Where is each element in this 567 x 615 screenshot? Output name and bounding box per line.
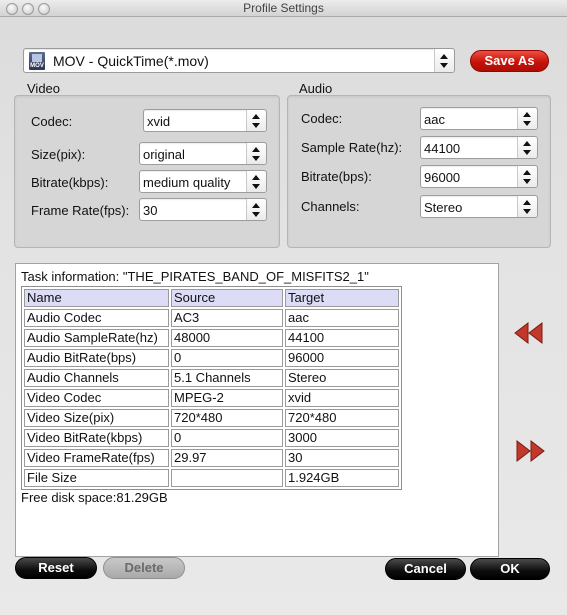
audio-bitrate-select[interactable]: 96000 — [420, 165, 538, 188]
row-target: 1.924GB — [285, 469, 399, 487]
video-codec-label: Codec: — [31, 114, 73, 129]
column-header: Name — [24, 289, 169, 307]
row-name: Video FrameRate(fps) — [24, 449, 169, 467]
row-name: Video Codec — [24, 389, 169, 407]
video-group-title: Video — [27, 81, 61, 96]
row-source: 0 — [171, 429, 283, 447]
row-name: Audio Channels — [24, 369, 169, 387]
row-target: aac — [285, 309, 399, 327]
row-source: 48000 — [171, 329, 283, 347]
audio-codec-stepper-icon[interactable] — [517, 108, 537, 129]
audio-samplerate-label: Sample Rate(hz): — [301, 140, 403, 155]
save-as-button[interactable]: Save As — [470, 50, 549, 72]
video-framerate-select[interactable]: 30 — [139, 198, 267, 221]
audio-codec-select[interactable]: aac — [420, 107, 538, 130]
title-bar: Profile Settings — [0, 0, 567, 17]
double-chevron-right-icon[interactable] — [515, 439, 545, 463]
row-name: File Size — [24, 469, 169, 487]
free-disk-space: Free disk space:81.29GB — [21, 490, 168, 505]
table-row: Video FrameRate(fps) 29.97 30 — [24, 449, 399, 467]
video-bitrate-stepper-icon[interactable] — [246, 171, 266, 192]
video-codec-stepper-icon[interactable] — [246, 110, 266, 131]
profile-value: MOV - QuickTime(*.mov) — [53, 53, 209, 69]
video-framerate-stepper-icon[interactable] — [246, 199, 266, 220]
table-row: Audio Channels 5.1 Channels Stereo — [24, 369, 399, 387]
audio-channels-label: Channels: — [301, 199, 360, 214]
audio-bitrate-stepper-icon[interactable] — [517, 166, 537, 187]
row-name: Audio SampleRate(hz) — [24, 329, 169, 347]
column-header: Target — [285, 289, 399, 307]
table-row: Audio SampleRate(hz) 48000 44100 — [24, 329, 399, 347]
row-name: Audio BitRate(bps) — [24, 349, 169, 367]
dialog-body: MOV MOV - QuickTime(*.mov) Save As Video… — [0, 17, 567, 615]
row-source: 5.1 Channels — [171, 369, 283, 387]
table-row: Audio Codec AC3 aac — [24, 309, 399, 327]
audio-codec-label: Codec: — [301, 111, 343, 126]
cancel-button[interactable]: Cancel — [385, 558, 466, 580]
row-source: AC3 — [171, 309, 283, 327]
audio-samplerate-stepper-icon[interactable] — [517, 137, 537, 158]
video-codec-select[interactable]: xvid — [143, 109, 267, 132]
window-title: Profile Settings — [243, 1, 324, 15]
table-row: Video Size(pix) 720*480 720*480 — [24, 409, 399, 427]
row-source: 0 — [171, 349, 283, 367]
row-source — [171, 469, 283, 487]
ok-button[interactable]: OK — [470, 558, 550, 580]
double-chevron-left-icon[interactable] — [514, 321, 544, 345]
video-framerate-label: Frame Rate(fps): — [31, 203, 130, 218]
video-size-label: Size(pix): — [31, 147, 86, 162]
row-source: 29.97 — [171, 449, 283, 467]
profile-select[interactable]: MOV MOV - QuickTime(*.mov) — [23, 48, 455, 73]
column-header: Source — [171, 289, 283, 307]
row-source: MPEG-2 — [171, 389, 283, 407]
row-target: Stereo — [285, 369, 399, 387]
video-size-select[interactable]: original — [139, 142, 267, 165]
table-row: Video BitRate(kbps) 0 3000 — [24, 429, 399, 447]
audio-samplerate-value: 44100 — [424, 141, 461, 156]
mov-file-icon: MOV — [29, 52, 45, 70]
task-info-table: Name Source Target Audio Codec AC3 aac Aud… — [21, 286, 402, 490]
audio-group-title: Audio — [299, 81, 333, 96]
delete-button[interactable]: Delete — [103, 557, 185, 579]
row-target: 30 — [285, 449, 399, 467]
audio-bitrate-value: 96000 — [424, 170, 461, 185]
video-framerate-value: 30 — [143, 203, 158, 218]
video-codec-value: xvid — [147, 114, 171, 129]
video-size-value: original — [143, 147, 185, 162]
video-bitrate-label: Bitrate(kbps): — [31, 175, 109, 190]
audio-bitrate-label: Bitrate(bps): — [301, 169, 372, 184]
audio-channels-value: Stereo — [424, 200, 463, 215]
row-target: 96000 — [285, 349, 399, 367]
row-target: 44100 — [285, 329, 399, 347]
task-info-panel[interactable]: Task information: "THE_PIRATES_BAND_OF_M… — [15, 263, 499, 557]
reset-button[interactable]: Reset — [15, 557, 97, 579]
row-target: 720*480 — [285, 409, 399, 427]
video-bitrate-select[interactable]: medium quality — [139, 170, 267, 193]
task-info-label: Task information: "THE_PIRATES_BAND_OF_M… — [21, 269, 369, 284]
audio-channels-stepper-icon[interactable] — [517, 196, 537, 217]
video-bitrate-value: medium quality — [143, 175, 231, 190]
table-row: File Size 1.924GB — [24, 469, 399, 487]
row-target: xvid — [285, 389, 399, 407]
video-size-stepper-icon[interactable] — [246, 143, 266, 164]
table-row: Audio BitRate(bps) 0 96000 — [24, 349, 399, 367]
row-name: Audio Codec — [24, 309, 169, 327]
table-header-row: Name Source Target — [24, 289, 399, 307]
row-source: 720*480 — [171, 409, 283, 427]
row-name: Video BitRate(kbps) — [24, 429, 169, 447]
audio-samplerate-select[interactable]: 44100 — [420, 136, 538, 159]
profile-stepper-icon[interactable] — [434, 49, 454, 72]
audio-codec-value: aac — [424, 112, 445, 127]
table-row: Video Codec MPEG-2 xvid — [24, 389, 399, 407]
row-name: Video Size(pix) — [24, 409, 169, 427]
row-target: 3000 — [285, 429, 399, 447]
audio-channels-select[interactable]: Stereo — [420, 195, 538, 218]
